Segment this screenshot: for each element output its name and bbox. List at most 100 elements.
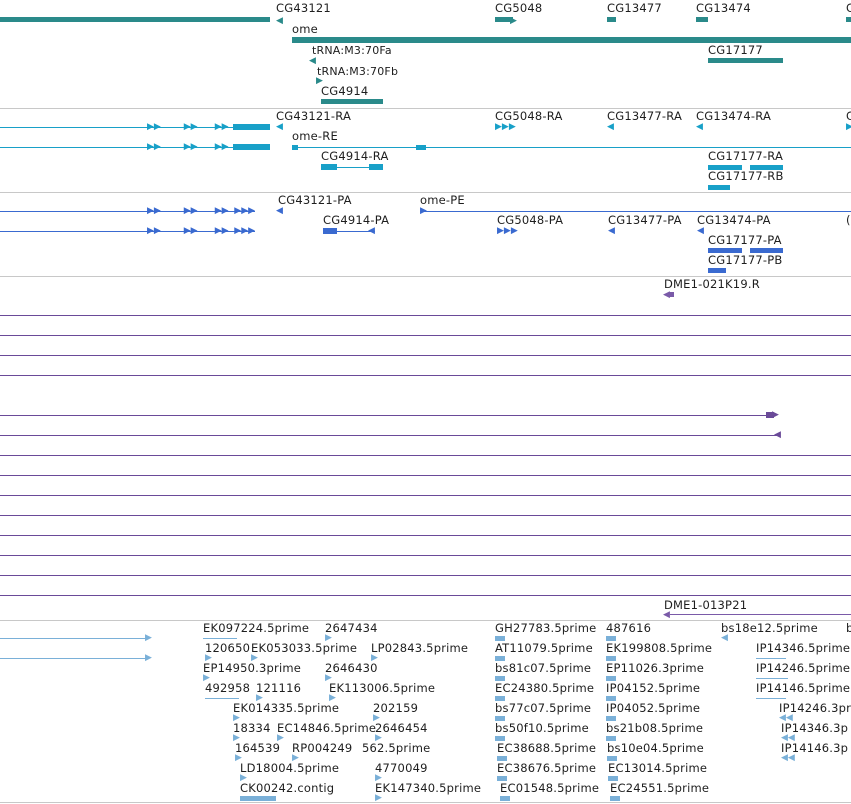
est-label[interactable]: IP14146.5prime [756,682,850,695]
transcript-label[interactable]: CG5048-RA [495,110,563,123]
est-label[interactable]: 4770049 [375,762,428,775]
transcript-line[interactable] [292,147,851,148]
transcript-label[interactable]: CG17177-RB [708,170,784,183]
est-line[interactable] [0,658,148,659]
clone-line[interactable] [0,575,851,576]
protein-label[interactable]: CG43121-PA [278,194,352,207]
clone-line[interactable] [0,595,851,596]
est-label[interactable]: bs21b08.5prime [606,722,703,735]
est-label[interactable]: 2647434 [325,622,378,635]
protein-line[interactable] [420,211,851,212]
clone-line[interactable] [0,495,851,496]
protein-label[interactable]: CG13477-PA [608,214,682,227]
est-label[interactable]: IP14346.5prime [756,642,850,655]
gene-label[interactable]: CG13474 [696,2,751,15]
est-label[interactable]: LP02843.5prime [371,642,468,655]
clone-line[interactable] [670,614,851,615]
gene-label[interactable]: CG13477 [607,2,662,15]
clone-line[interactable] [0,435,778,436]
protein-label[interactable]: ome-PE [420,194,465,207]
clone-line[interactable] [0,555,851,556]
clone-label[interactable]: DME1-021K19.R [664,278,760,291]
est-label[interactable]: RP004249 [292,742,352,755]
est-label[interactable]: EC38676.5prime [497,762,596,775]
est-label[interactable]: IP14246.5prime [756,662,850,675]
est-label[interactable]: EC24551.5prime [610,782,709,795]
est-label[interactable]: bs77c07.5prime [495,702,591,715]
transcript-label[interactable]: CG17177-RA [708,150,783,163]
est-label[interactable]: EK113006.5prime [329,682,435,695]
gene-feature[interactable] [607,17,616,22]
transcript-label[interactable]: CG13474-RA [696,110,771,123]
gene-label[interactable]: C [846,2,851,15]
clone-label[interactable]: DME1-013P21 [664,599,747,612]
est-label[interactable]: EC01548.5prime [500,782,599,795]
est-label[interactable]: AT11079.5prime [495,642,593,655]
est-label[interactable]: b [846,622,851,635]
clone-feature[interactable] [669,292,674,297]
est-label[interactable]: IP04052.5prime [606,702,700,715]
gene-label[interactable]: tRNA:M3:70Fb [317,65,398,78]
est-label[interactable]: 492958 [205,682,250,695]
est-label[interactable]: EK199808.5prime [606,642,712,655]
est-label[interactable]: EC14846.5prime [277,722,376,735]
est-label[interactable]: EK014335.5prime [233,702,339,715]
est-line[interactable] [205,698,239,699]
est-label[interactable]: 2646454 [375,722,428,735]
est-line[interactable] [756,678,788,679]
est-label[interactable]: EC24380.5prime [495,682,594,695]
gene-feature[interactable] [846,17,851,22]
est-feature[interactable] [240,796,276,801]
est-label[interactable]: bs81c07.5prime [495,662,591,675]
est-line[interactable] [203,638,237,639]
est-label[interactable]: EK097224.5prime [203,622,309,635]
clone-line[interactable] [0,335,851,336]
est-feature[interactable] [500,796,510,801]
clone-line[interactable] [0,515,851,516]
est-line[interactable] [756,698,786,699]
clone-line[interactable] [0,375,851,376]
est-label[interactable]: EP14950.3prime [203,662,301,675]
gene-feature[interactable] [321,99,383,104]
est-label[interactable]: CK00242.contig [240,782,334,795]
transcript-label[interactable]: CG13477-RA [607,110,682,123]
clone-line[interactable] [0,535,851,536]
gene-label[interactable]: CG43121 [276,2,331,15]
est-label[interactable]: LD18004.5prime [240,762,339,775]
gene-feature[interactable] [696,17,708,22]
est-label[interactable]: EC13014.5prime [608,762,707,775]
gene-label[interactable]: tRNA:M3:70Fa [312,44,392,57]
gene-feature[interactable] [0,17,270,22]
transcript-label[interactable]: CG4914-RA [321,150,389,163]
clone-line[interactable] [0,315,851,316]
est-line[interactable] [0,638,148,639]
est-feature[interactable] [610,796,620,801]
gene-label[interactable]: CG5048 [495,2,542,15]
protein-label[interactable]: CG4914-PA [323,214,389,227]
gene-label[interactable]: CG4914 [321,85,368,98]
clone-line[interactable] [0,415,770,416]
clone-line[interactable] [0,455,851,456]
est-label[interactable]: 487616 [606,622,651,635]
protein-label[interactable]: ( [846,214,851,227]
protein-label[interactable]: CG5048-PA [497,214,563,227]
est-label[interactable]: bs10e04.5prime [607,742,704,755]
est-label[interactable]: EK053033.5prime [251,642,357,655]
clone-line[interactable] [0,475,851,476]
est-line[interactable] [756,658,786,659]
gene-label[interactable]: CG17177 [708,44,763,57]
transcript-line[interactable] [0,147,270,148]
gene-feature[interactable] [708,58,783,63]
protein-label[interactable]: CG17177-PA [708,234,782,247]
est-label[interactable]: IP04152.5prime [606,682,700,695]
transcript-label[interactable]: C [846,110,851,123]
est-label[interactable]: EC38688.5prime [497,742,596,755]
clone-line[interactable] [0,355,851,356]
est-label[interactable]: bs50f10.5prime [495,722,589,735]
est-label[interactable]: 2646430 [325,662,378,675]
protein-label[interactable]: CG13474-PA [697,214,771,227]
transcript-line[interactable] [0,127,270,128]
transcript-label[interactable]: CG43121-RA [276,110,351,123]
gene-feature[interactable] [292,37,851,43]
est-label[interactable]: bs18e12.5prime [721,622,818,635]
